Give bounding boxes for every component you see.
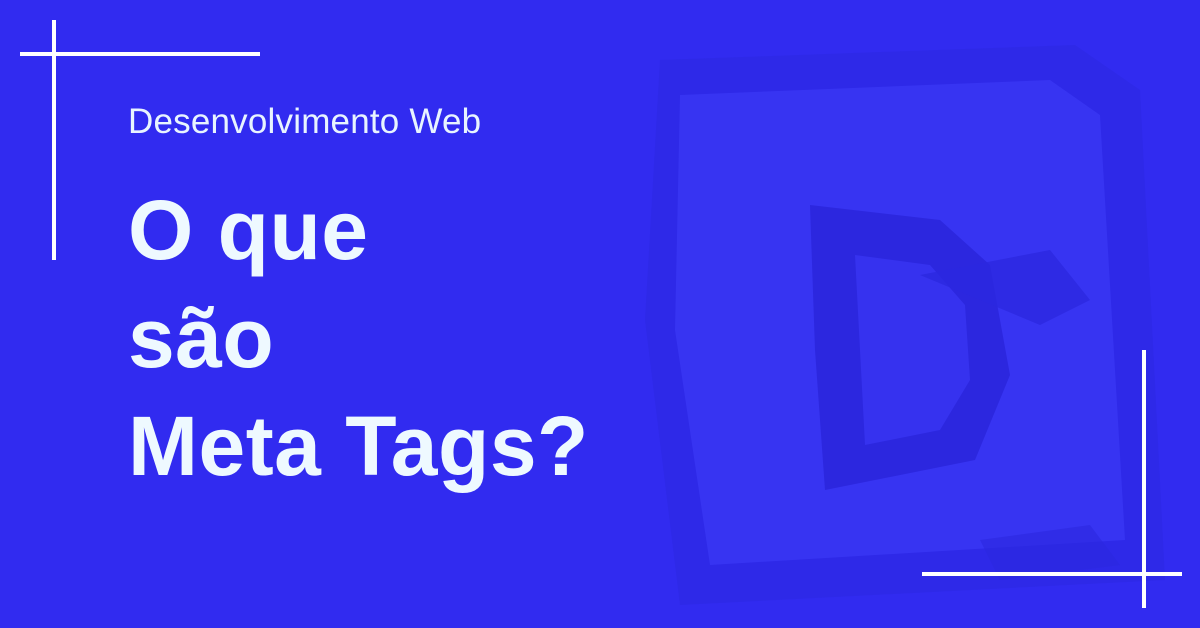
top-left-vertical-line — [52, 20, 56, 260]
bottom-right-vertical-line — [1142, 350, 1146, 608]
page-title: O que são Meta Tags? — [128, 176, 589, 500]
hero-banner: Desenvolvimento Web O que são Meta Tags? — [0, 0, 1200, 628]
title-line: Meta Tags? — [128, 399, 589, 493]
brush-logo-watermark — [645, 45, 1165, 605]
title-line: são — [128, 291, 275, 385]
category-label: Desenvolvimento Web — [128, 102, 482, 141]
title-line: O que — [128, 183, 369, 277]
top-left-horizontal-line — [20, 52, 260, 56]
